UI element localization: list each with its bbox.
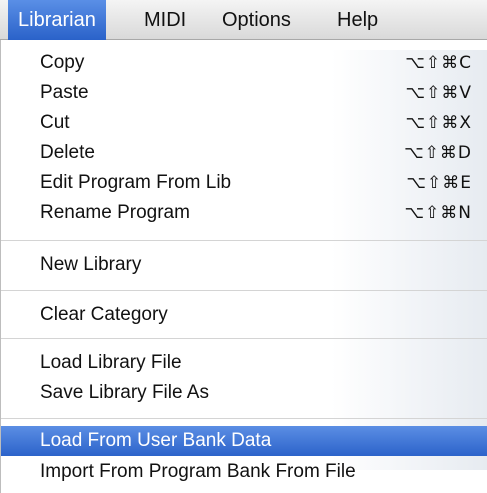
menu-options[interactable]: Options [212, 4, 301, 36]
menu-item-rename-program[interactable]: Rename Program ⌥⇧⌘N [1, 198, 487, 228]
menu-item-label: Paste [40, 82, 89, 103]
shortcut-text: ⌥⇧⌘X [405, 113, 472, 133]
menu-help[interactable]: Help [327, 4, 388, 36]
menu-item-import-from-program-bank-from-file[interactable]: Import From Program Bank From File [1, 457, 487, 487]
menu-item-paste[interactable]: Paste ⌥⇧⌘V [1, 78, 487, 108]
shortcut-text: ⌥⇧⌘N [404, 203, 472, 223]
menu-item-label: Edit Program From Lib [40, 172, 232, 193]
menu-item-clear-category[interactable]: Clear Category [1, 300, 487, 330]
shortcut-text: ⌥⇧⌘D [404, 143, 472, 163]
menu-item-label: Delete [40, 142, 95, 163]
menu-item-new-library[interactable]: New Library [1, 250, 487, 280]
menu-bar: Librarian MIDI Options Help [0, 0, 487, 40]
menu-librarian[interactable]: Librarian [8, 0, 106, 40]
menu-item-cut[interactable]: Cut ⌥⇧⌘X [1, 108, 487, 138]
menu-separator [1, 240, 487, 241]
menu-separator [1, 290, 487, 291]
menu-item-load-from-user-bank-data[interactable]: Load From User Bank Data [1, 426, 487, 456]
menu-item-label: Cut [40, 112, 70, 133]
menu-item-label: Clear Category [40, 304, 168, 325]
librarian-dropdown-menu: Copy ⌥⇧⌘C Paste ⌥⇧⌘V Cut ⌥⇧⌘X Delete ⌥⇧⌘… [0, 40, 487, 493]
menu-item-copy[interactable]: Copy ⌥⇧⌘C [1, 48, 487, 78]
shortcut-text: ⌥⇧⌘E [406, 173, 472, 193]
menu-item-edit-program-from-lib[interactable]: Edit Program From Lib ⌥⇧⌘E [1, 168, 487, 198]
menu-item-label: Save Library File As [40, 382, 209, 403]
menu-item-label: Import From Program Bank From File [40, 461, 356, 482]
menu-item-load-library-file[interactable]: Load Library File [1, 348, 487, 378]
menu-midi[interactable]: MIDI [134, 4, 196, 36]
menu-item-save-library-file-as[interactable]: Save Library File As [1, 378, 487, 408]
menu-separator [1, 418, 487, 419]
menu-item-label: New Library [40, 254, 142, 275]
menu-separator [1, 338, 487, 339]
menu-item-label: Load From User Bank Data [40, 430, 272, 451]
menu-item-label: Rename Program [40, 202, 190, 223]
menu-item-delete[interactable]: Delete ⌥⇧⌘D [1, 138, 487, 168]
menu-item-label: Load Library File [40, 352, 182, 373]
shortcut-text: ⌥⇧⌘C [405, 53, 472, 73]
menu-item-label: Copy [40, 52, 85, 73]
shortcut-text: ⌥⇧⌘V [405, 83, 472, 103]
